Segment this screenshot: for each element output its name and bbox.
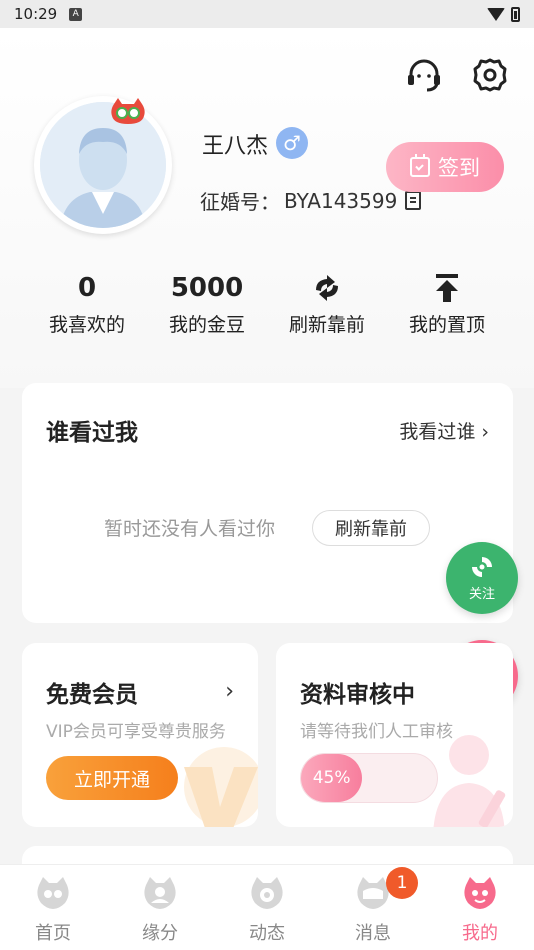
customer-service-headset-icon[interactable] [405, 56, 443, 94]
i-viewed-label: 我看过谁 [399, 421, 476, 443]
tab-label: 动态 [249, 923, 285, 944]
review-desc: 请等待我们人工审核 [300, 722, 453, 742]
empty-visitors-text: 暂时还没有人看过你 [104, 518, 276, 540]
mine-cat-icon [460, 873, 500, 913]
follow-float-button[interactable]: 关注 [446, 542, 518, 614]
tab-label: 缘分 [142, 923, 178, 944]
wifi-icon [487, 7, 505, 21]
tab-moments[interactable]: 动态 [227, 873, 307, 945]
member-id-line: 征婚号： BYA143599 [200, 186, 422, 215]
refresh-arrows-icon [267, 270, 387, 306]
who-viewed-me-card: 谁看过我 我看过谁 › 暂时还没有人看过你 刷新靠前 [22, 383, 513, 623]
message-count-badge: 1 [386, 867, 418, 899]
avatar-frame-badge-icon [108, 96, 148, 128]
tab-mine[interactable]: 我的 [440, 873, 520, 945]
follow-swirl-icon [472, 557, 492, 577]
settings-gear-icon[interactable] [471, 56, 509, 94]
home-cat-icon [33, 873, 73, 913]
stat-gold-beans[interactable]: 5000 我的金豆 [147, 270, 267, 337]
male-gender-icon: ♂ [276, 127, 308, 159]
status-bar: 10:29 A [0, 0, 534, 28]
review-progress-fill: 45% [301, 754, 363, 802]
signin-label: 签到 [438, 156, 480, 180]
stat-my-pin-top[interactable]: 我的置顶 [387, 270, 507, 337]
pin-top-icon [387, 270, 507, 306]
calendar-check-icon [410, 154, 430, 177]
moments-cat-icon [247, 873, 287, 913]
stat-value: 5000 [170, 273, 244, 303]
avatar[interactable] [34, 96, 172, 234]
stat-refresh-front[interactable]: 刷新靠前 [267, 270, 387, 337]
tab-label: 首页 [35, 923, 71, 944]
free-vip-card[interactable]: 免费会员 › VIP会员可享受尊贵服务 立即开通 [22, 643, 258, 827]
tab-fate[interactable]: 缘分 [120, 873, 200, 945]
bottom-tab-bar: 首页 缘分 动态 消息 我的 [0, 864, 534, 950]
notification-icon: A [69, 7, 83, 21]
member-id-label: 征婚号： [200, 190, 280, 214]
tab-home[interactable]: 首页 [13, 873, 93, 945]
stat-label: 我的金豆 [168, 314, 245, 336]
i-viewed-link[interactable]: 我看过谁 › [399, 417, 489, 444]
open-vip-button[interactable]: 立即开通 [46, 756, 178, 800]
stat-value: 0 [77, 273, 97, 303]
refresh-front-button[interactable]: 刷新靠前 [312, 510, 430, 546]
copy-icon[interactable] [405, 191, 422, 210]
stat-my-likes[interactable]: 0 我喜欢的 [27, 270, 147, 337]
stat-label: 我的置顶 [408, 314, 485, 336]
signin-button[interactable]: 签到 [386, 142, 504, 192]
follow-label: 关注 [468, 587, 495, 602]
member-id-value: BYA143599 [284, 188, 398, 213]
stat-label: 刷新靠前 [288, 314, 365, 336]
free-vip-desc: VIP会员可享受尊贵服务 [46, 722, 226, 742]
fate-cat-icon [140, 873, 180, 913]
status-right [487, 6, 520, 22]
stat-label: 我喜欢的 [48, 314, 125, 336]
tab-label: 我的 [462, 923, 498, 944]
profile-review-card: 资料审核中 请等待我们人工审核 45% [276, 643, 513, 827]
review-title: 资料审核中 [300, 682, 415, 708]
user-name: 王八杰 [202, 134, 269, 159]
who-viewed-me-title: 谁看过我 [46, 420, 138, 446]
status-time: 10:29 [14, 5, 58, 23]
review-progress-bar: 45% [300, 753, 438, 803]
free-vip-title: 免费会员 [46, 682, 138, 708]
tab-label: 消息 [355, 923, 391, 944]
chevron-right-icon: › [225, 679, 234, 704]
battery-icon [511, 6, 520, 22]
chevron-right-icon: › [481, 421, 489, 443]
